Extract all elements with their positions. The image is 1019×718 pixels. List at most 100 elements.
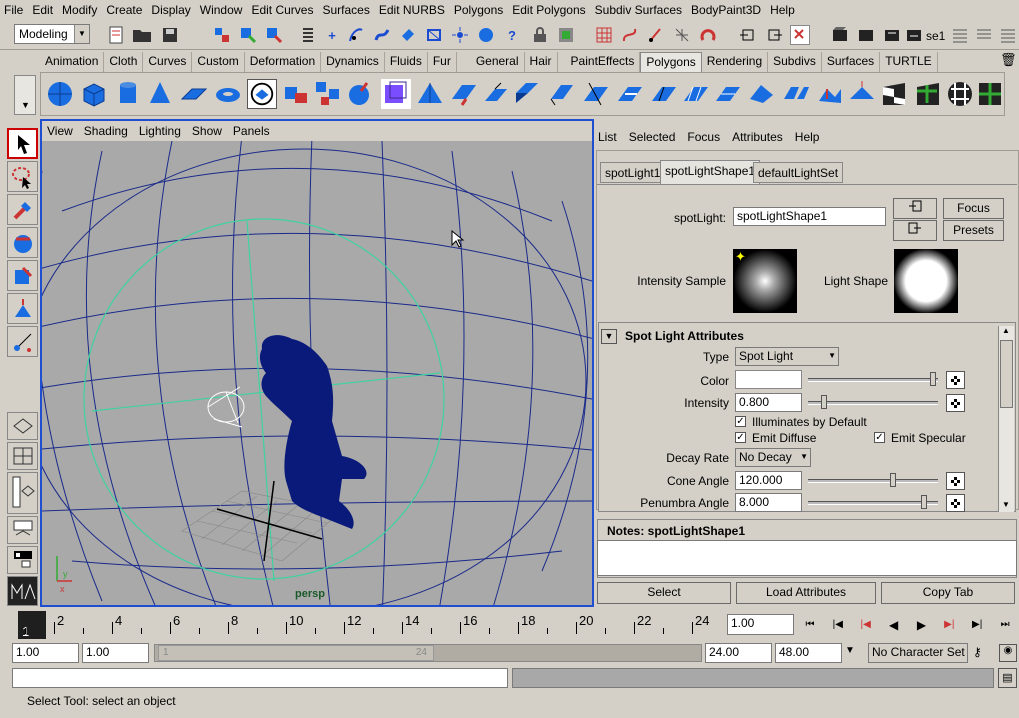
character-set-field[interactable]: No Character Set: [868, 643, 968, 663]
insert-edge-loop-icon[interactable]: [649, 79, 679, 109]
lock-icon[interactable]: [530, 25, 550, 45]
presets-button[interactable]: Presets: [943, 220, 1004, 241]
go-to-end-icon[interactable]: ⏭: [991, 612, 1019, 638]
menu-edit-polygons[interactable]: Edit Polygons: [512, 3, 585, 17]
construction-history-icon[interactable]: [450, 25, 470, 45]
poly-cone-icon[interactable]: [145, 79, 175, 109]
extrude-edge-icon[interactable]: [481, 79, 511, 109]
menu-create[interactable]: Create: [106, 3, 142, 17]
select-edit-icon[interactable]: [790, 25, 810, 45]
shelf-tab-deformation[interactable]: Deformation: [245, 52, 322, 72]
key-icon[interactable]: ⚷: [973, 645, 982, 659]
snap-view-plane-icon[interactable]: [398, 25, 418, 45]
intensity-slider[interactable]: [808, 401, 938, 405]
tab-spotlight1[interactable]: spotLight1: [600, 162, 666, 183]
step-back-frame-icon[interactable]: |◀: [852, 612, 880, 638]
ae-menu-selected[interactable]: Selected: [629, 130, 676, 144]
penumbra-angle-map-button[interactable]: [946, 494, 965, 512]
viewport-menu-lighting[interactable]: Lighting: [139, 124, 181, 138]
shelf-tab-turtle[interactable]: TURTLE: [880, 52, 938, 72]
menu-edit-curves[interactable]: Edit Curves: [251, 3, 313, 17]
menu-edit-nurbs[interactable]: Edit NURBS: [379, 3, 445, 17]
animation-prefs-icon[interactable]: ◉: [999, 644, 1017, 662]
penumbra-angle-field[interactable]: 8.000: [735, 493, 802, 512]
decay-rate-dropdown[interactable]: No Decay ▼: [735, 448, 811, 467]
scroll-up-icon[interactable]: ▲: [1002, 326, 1010, 335]
shelf-tab-hair[interactable]: Hair: [525, 52, 558, 72]
intensity-map-button[interactable]: [946, 394, 965, 412]
shelf-tab-curves[interactable]: Curves: [143, 52, 193, 72]
go-to-start-icon[interactable]: ⏮: [796, 612, 824, 638]
bridge-icon[interactable]: [513, 79, 543, 109]
menu-set-dropdown[interactable]: Modeling ▼: [14, 24, 90, 44]
menu-modify[interactable]: Modify: [62, 3, 97, 17]
render-view-icon[interactable]: [830, 25, 850, 45]
shelf-tab-subdivs[interactable]: Subdivs: [768, 52, 822, 72]
channel-box-icon[interactable]: [998, 25, 1018, 45]
cone-angle-field[interactable]: 120.000: [735, 471, 802, 490]
range-handle-end[interactable]: 24: [416, 647, 427, 658]
open-scene-icon[interactable]: [132, 25, 152, 45]
intensity-sample-swatch[interactable]: ✦: [733, 249, 797, 313]
append-polygon-icon[interactable]: [547, 79, 577, 109]
emit-diffuse-checkbox[interactable]: ✓: [735, 432, 746, 443]
illuminates-by-default-checkbox[interactable]: ✓: [735, 416, 746, 427]
single-view-layout-button[interactable]: [7, 412, 38, 440]
uv-unfold-icon[interactable]: [945, 79, 975, 109]
tool-settings-icon[interactable]: [974, 25, 994, 45]
shelf-tab-rendering[interactable]: Rendering: [702, 52, 769, 72]
offset-edge-loop-icon[interactable]: [681, 79, 711, 109]
color-swatch[interactable]: [735, 370, 802, 389]
maya-logo-button[interactable]: [7, 576, 38, 606]
cone-angle-map-button[interactable]: [946, 472, 965, 490]
mirror-icon[interactable]: [415, 79, 445, 109]
emit-specular-checkbox[interactable]: ✓: [874, 432, 885, 443]
select-tool-button[interactable]: [7, 128, 38, 159]
output-ops-icon[interactable]: [764, 25, 784, 45]
snap-point-icon[interactable]: +: [322, 25, 342, 45]
end-time-field[interactable]: 48.00: [775, 643, 842, 663]
color-slider[interactable]: [808, 378, 938, 382]
playback-start-field[interactable]: 1.00: [82, 643, 149, 663]
magnet-icon[interactable]: [698, 25, 718, 45]
ae-scrollbar-thumb[interactable]: [1000, 340, 1013, 408]
collapse-section-icon[interactable]: ▼: [601, 329, 617, 344]
combine-icon[interactable]: [247, 79, 277, 109]
extrude-face-icon[interactable]: [449, 79, 479, 109]
node-input-button[interactable]: [893, 198, 937, 219]
select-object-icon[interactable]: [238, 25, 258, 45]
shelf-tab-dynamics[interactable]: Dynamics: [321, 52, 385, 72]
range-slider-bar[interactable]: 1 24: [158, 645, 434, 661]
select-hierarchy-icon[interactable]: [212, 25, 232, 45]
uv-layout-icon[interactable]: [913, 79, 943, 109]
planar-mapping-icon[interactable]: [847, 79, 877, 109]
trash-icon[interactable]: 🗑: [1000, 52, 1017, 68]
penumbra-angle-slider-knob[interactable]: [921, 495, 927, 509]
menu-bodypaint3d[interactable]: BodyPaint3D: [691, 3, 761, 17]
load-attributes-button[interactable]: Load Attributes: [736, 582, 876, 604]
grid-icon[interactable]: [594, 25, 614, 45]
viewport-menu-view[interactable]: View: [47, 124, 73, 138]
poly-torus-icon[interactable]: [213, 79, 243, 109]
move-tool-button[interactable]: [7, 227, 38, 258]
poly-cylinder-icon[interactable]: [113, 79, 143, 109]
focus-button[interactable]: Focus: [943, 198, 1004, 219]
ae-menu-attributes[interactable]: Attributes: [732, 130, 783, 144]
poly-plane-icon[interactable]: [179, 79, 209, 109]
collapse-icon[interactable]: [747, 79, 777, 109]
help-icon[interactable]: ?: [502, 25, 522, 45]
ipr-icon[interactable]: [882, 25, 902, 45]
current-time-field[interactable]: 1.00: [727, 614, 794, 635]
color-map-button[interactable]: [946, 371, 965, 389]
snap-grid-icon[interactable]: [298, 25, 318, 45]
render-current-frame-icon[interactable]: [476, 25, 496, 45]
uv-checker-icon[interactable]: [879, 79, 909, 109]
merge-vertices-icon[interactable]: [781, 79, 811, 109]
menu-help[interactable]: Help: [770, 3, 795, 17]
notes-textarea[interactable]: [597, 540, 1017, 576]
command-line-input[interactable]: [12, 668, 508, 688]
render-globals-icon[interactable]: [904, 25, 924, 45]
lasso-tool-button[interactable]: [7, 161, 38, 192]
snap-surface-icon[interactable]: [372, 25, 392, 45]
node-output-button[interactable]: [893, 220, 937, 241]
